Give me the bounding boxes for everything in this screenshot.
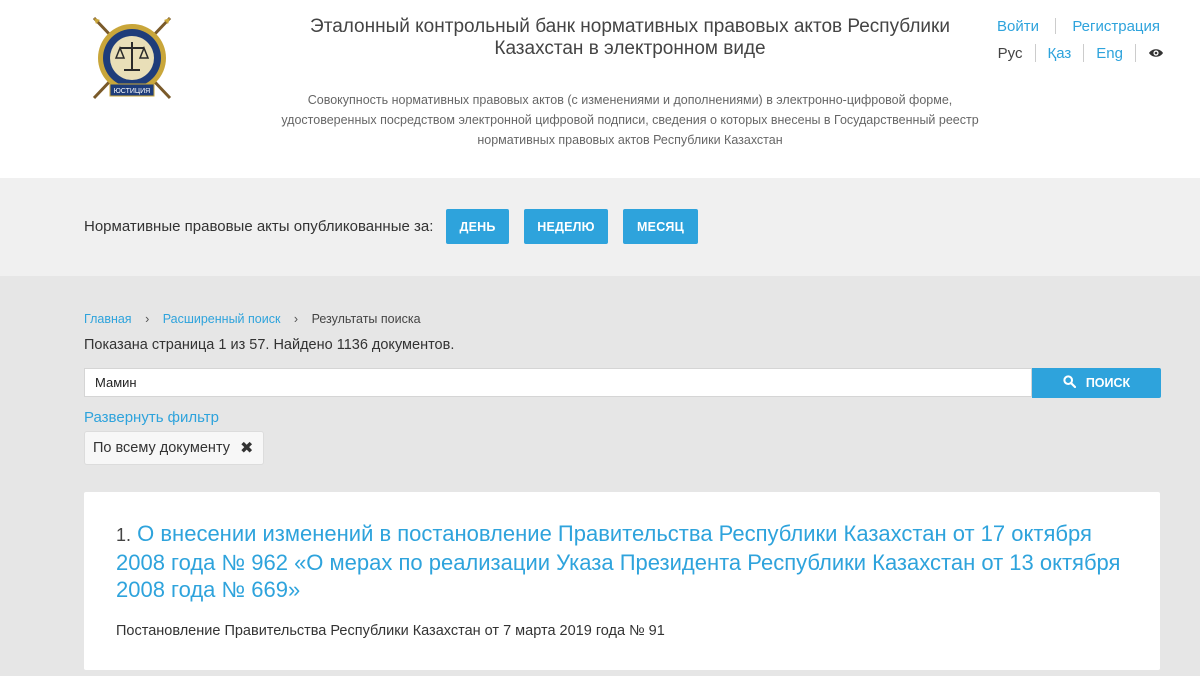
result-number: 1.: [116, 525, 132, 545]
justice-emblem-logo[interactable]: ЮСТИЦИЯ: [88, 14, 176, 104]
period-week-button[interactable]: НЕДЕЛЮ: [524, 209, 608, 244]
lang-kz[interactable]: Қаз: [1036, 45, 1084, 62]
search-button[interactable]: ПОИСК: [1032, 368, 1161, 398]
site-title: Эталонный контрольный банк нормативных п…: [310, 16, 950, 59]
breadcrumb: Главная › Расширенный поиск › Результаты…: [84, 312, 421, 326]
results-count: Показана страница 1 из 57. Найдено 1136 …: [84, 337, 455, 353]
breadcrumb-advanced-search[interactable]: Расширенный поиск: [163, 312, 281, 326]
site-description: Совокупность нормативных правовых актов …: [281, 93, 979, 147]
close-icon[interactable]: ✖: [240, 438, 253, 458]
main-content: Главная › Расширенный поиск › Результаты…: [0, 276, 1200, 676]
period-month-button[interactable]: МЕСЯЦ: [623, 209, 698, 244]
lang-en[interactable]: Eng: [1084, 45, 1135, 62]
result-card: 1. О внесении изменений в постановление …: [84, 492, 1160, 670]
logo-ribbon-text: ЮСТИЦИЯ: [114, 88, 150, 95]
expand-filter-link[interactable]: Развернуть фильтр: [84, 409, 219, 426]
language-switcher: Рус Қаз Eng: [986, 44, 1164, 62]
register-link[interactable]: Регистрация: [1072, 18, 1160, 35]
chevron-right-icon: ›: [145, 312, 150, 326]
result-title: 1. О внесении изменений в постановление …: [116, 520, 1128, 603]
breadcrumb-home[interactable]: Главная: [84, 312, 132, 326]
search-button-label: ПОИСК: [1085, 376, 1131, 390]
auth-divider: [1055, 18, 1057, 34]
chevron-right-icon: ›: [293, 312, 299, 326]
site-header: ЮСТИЦИЯ Эталонный контрольный банк норма…: [0, 0, 1200, 178]
lang-ru[interactable]: Рус: [986, 45, 1035, 62]
search-icon: [1063, 375, 1076, 391]
result-link[interactable]: О внесении изменений в постановление Пра…: [116, 521, 1120, 602]
search-input[interactable]: [84, 368, 1032, 397]
login-link[interactable]: Войти: [997, 18, 1039, 35]
breadcrumb-current: Результаты поиска: [311, 312, 421, 326]
eye-icon[interactable]: [1136, 47, 1164, 59]
auth-links: Войти Регистрация: [997, 18, 1160, 35]
period-label: Нормативные правовые акты опубликованные…: [84, 218, 434, 235]
period-day-button[interactable]: ДЕНЬ: [446, 209, 509, 244]
filter-chip-label: По всему документу: [93, 440, 230, 456]
result-subtitle: Постановление Правительства Республики К…: [116, 623, 665, 639]
filter-chip: По всему документу ✖: [84, 431, 265, 465]
